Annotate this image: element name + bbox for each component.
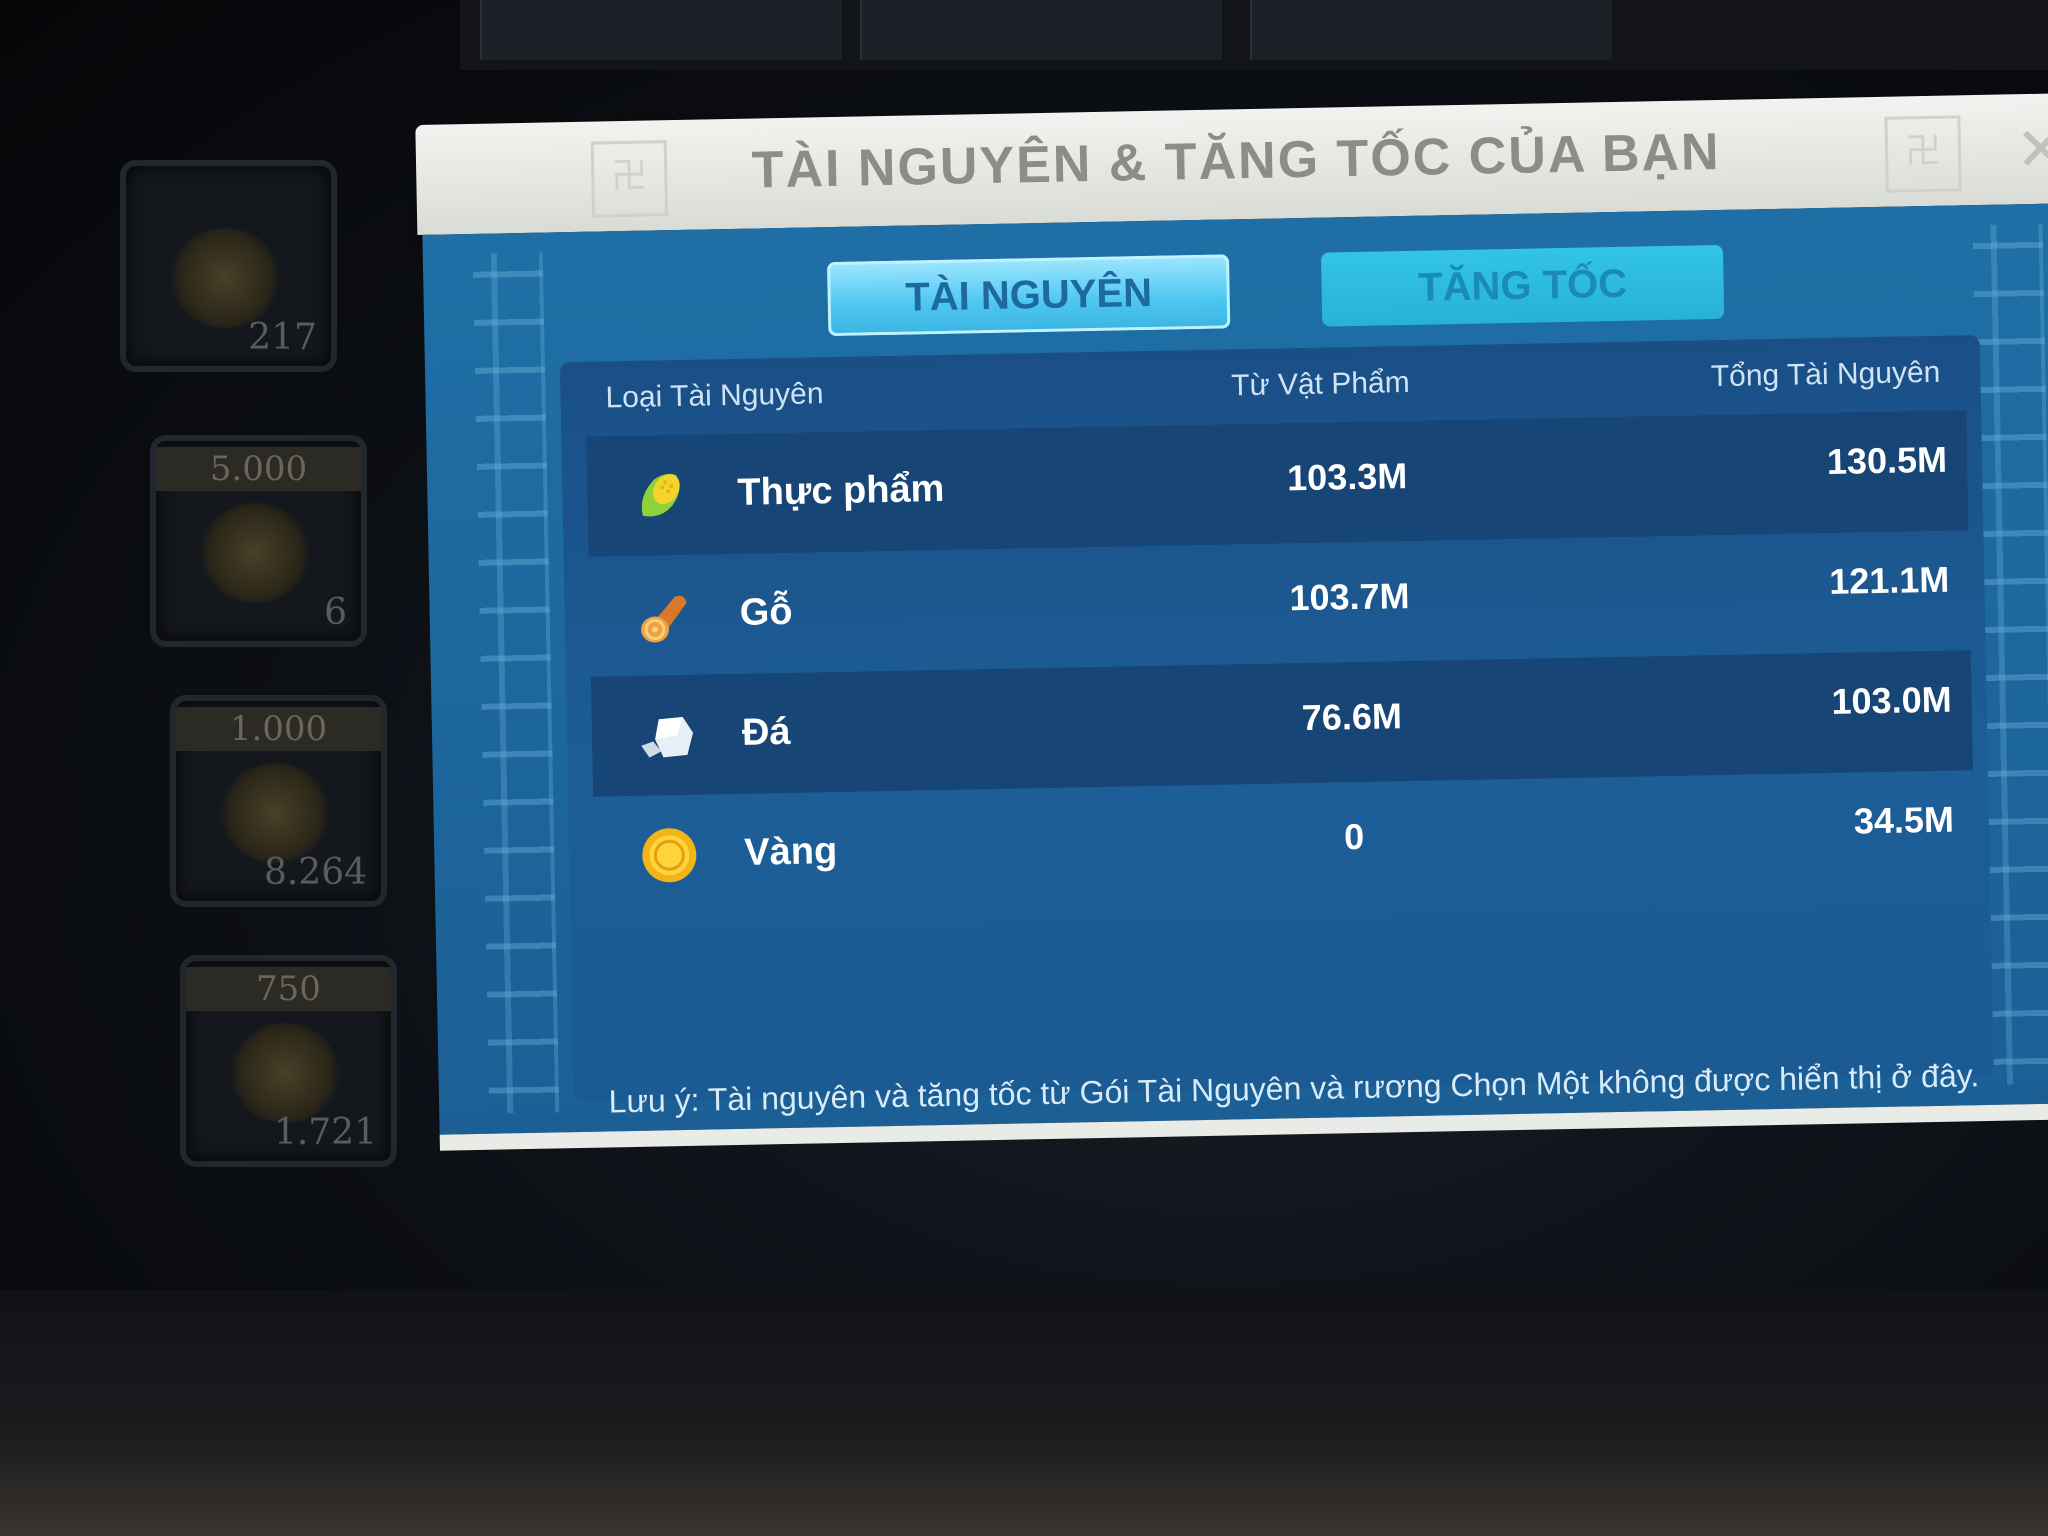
- item-count: 8.264: [263, 852, 367, 893]
- resources-dialog: 卍 TÀI NGUYÊN & TĂNG TỐC CỦA BẠN 卍 ✕ TÀI …: [415, 79, 2048, 1180]
- dialog-title: TÀI NGUYÊN & TĂNG TỐC CỦA BẠN: [751, 122, 1722, 200]
- total-value: 34.5M: [1853, 798, 1955, 842]
- resource-name: Đá: [741, 710, 791, 754]
- tab-speedups[interactable]: TĂNG TỐC: [1320, 244, 1725, 327]
- column-header-type: Loại Tài Nguyên: [605, 377, 824, 415]
- from-items-value: 103.3M: [1286, 455, 1408, 499]
- gold-coin-icon: [642, 828, 697, 883]
- background-item-2: 5.000 6: [150, 435, 367, 647]
- background-item-1: 217: [120, 160, 337, 372]
- top-bar-background: [460, 0, 2048, 70]
- top-bar-slot: [1250, 0, 1612, 60]
- table-row: Vàng 0 34.5M: [593, 770, 1975, 916]
- speedup-clock-icon: [200, 503, 310, 603]
- resource-table: Loại Tài Nguyên Từ Vật Phẩm Tổng Tài Ngu…: [559, 335, 1994, 1103]
- from-items-value: 0: [1343, 815, 1365, 858]
- top-bar-slot: [480, 0, 842, 60]
- background-item-4: 750 1.721: [180, 955, 397, 1167]
- item-glyph-icon: [170, 228, 280, 328]
- close-icon[interactable]: ✕: [2015, 114, 2048, 185]
- resource-name: Gỗ: [739, 590, 793, 634]
- total-value: 121.1M: [1828, 558, 1950, 602]
- bottom-background: [0, 1290, 2048, 1536]
- column-header-from-items: Từ Vật Phẩm: [1230, 365, 1410, 403]
- from-items-value: 76.6M: [1301, 695, 1403, 739]
- stone-icon: [641, 716, 694, 758]
- item-count: 6: [324, 592, 347, 633]
- item-cost: 750: [186, 967, 391, 1011]
- item-glyph-icon: [220, 763, 330, 863]
- tab-resources[interactable]: TÀI NGUYÊN: [826, 254, 1231, 337]
- from-items-value: 103.7M: [1289, 575, 1410, 619]
- column-header-total: Tổng Tài Nguyên: [1710, 355, 1941, 394]
- item-count: 217: [248, 317, 317, 358]
- item-cost: 1.000: [176, 707, 381, 751]
- dialog-body: TÀI NGUYÊN TĂNG TỐC Loại Tài Nguyên Từ V…: [422, 203, 2048, 1151]
- item-cost: 5.000: [156, 447, 361, 491]
- total-value: 103.0M: [1831, 678, 1952, 722]
- total-value: 130.5M: [1826, 438, 1948, 482]
- item-count: 1.721: [273, 1112, 377, 1153]
- resource-name: Vàng: [743, 830, 838, 874]
- item-glyph-icon: [230, 1023, 340, 1123]
- fret-border-left: [472, 252, 560, 1114]
- background-item-3: 1.000 8.264: [170, 695, 387, 907]
- wood-log-icon: [641, 595, 687, 643]
- game-screen: 217 5.000 6 1.000 8.264 750 1.721 卍 TÀI …: [0, 0, 2048, 1536]
- resource-name: Thực phẩm: [737, 467, 945, 514]
- top-bar-slot: [860, 0, 1222, 60]
- corn-icon: [641, 473, 680, 517]
- ornament-icon: 卍: [1884, 115, 1962, 193]
